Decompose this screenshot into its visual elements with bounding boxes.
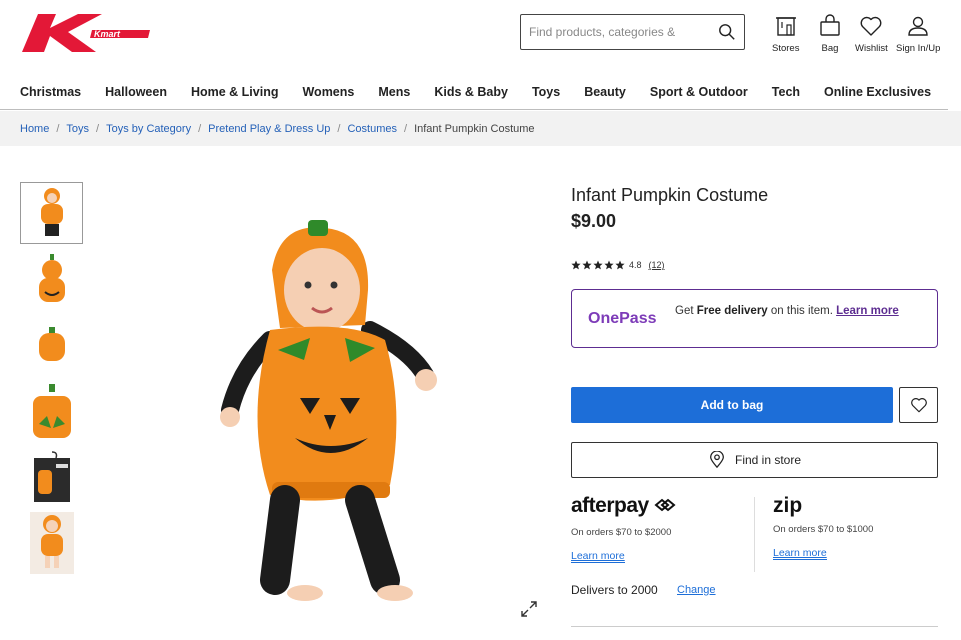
onepass-text-pre: Get xyxy=(675,305,697,317)
breadcrumb-home[interactable]: Home xyxy=(20,123,49,135)
onepass-learn-more[interactable]: Learn more xyxy=(836,305,899,317)
sign-in-link[interactable]: Sign In/Up xyxy=(896,14,940,54)
bag-icon xyxy=(820,14,840,36)
logo-text: Kmart xyxy=(94,29,121,39)
product-main-image[interactable] xyxy=(200,210,480,610)
zip-logo: zip xyxy=(773,494,803,517)
breadcrumb-separator: / xyxy=(198,122,202,135)
heart-icon xyxy=(910,398,927,413)
stores-link[interactable]: Stores xyxy=(772,14,799,54)
store-icon xyxy=(775,17,796,36)
breadcrumb-current: Infant Pumpkin Costume xyxy=(414,122,535,135)
breadcrumb-separator: / xyxy=(404,122,408,135)
breadcrumb-pretend-play[interactable]: Pretend Play & Dress Up xyxy=(208,123,330,135)
thumbnail-2[interactable] xyxy=(20,248,83,310)
reviews-link[interactable]: (12) xyxy=(649,260,665,270)
add-to-bag-button[interactable]: Add to bag xyxy=(571,387,893,423)
zip-range: On orders $70 to $1000 xyxy=(773,524,874,535)
thumbnail-1[interactable] xyxy=(20,182,83,244)
nav-sport-outdoor[interactable]: Sport & Outdoor xyxy=(650,76,748,109)
search-icon[interactable] xyxy=(718,23,736,41)
breadcrumb-costumes[interactable]: Costumes xyxy=(347,123,397,135)
nav-toys[interactable]: Toys xyxy=(532,76,560,109)
onepass-text-post: on this item. xyxy=(767,305,837,317)
afterpay-range: On orders $70 to $2000 xyxy=(571,527,672,538)
product-title: Infant Pumpkin Costume xyxy=(571,185,769,205)
nav-halloween[interactable]: Halloween xyxy=(105,76,167,109)
payments-divider xyxy=(754,497,755,572)
nav-tech[interactable]: Tech xyxy=(772,76,800,109)
afterpay-logo: afterpay xyxy=(571,494,676,518)
nav-online-exclusives[interactable]: Online Exclusives xyxy=(824,76,931,109)
nav-beauty[interactable]: Beauty xyxy=(584,76,626,109)
thumbnail-5[interactable] xyxy=(20,446,83,508)
afterpay-logo-text: afterpay xyxy=(571,494,649,517)
afterpay-section: afterpay On orders $70 to $2000 Learn mo… xyxy=(571,494,676,564)
nav-mens[interactable]: Mens xyxy=(378,76,410,109)
star-icon xyxy=(593,260,603,270)
section-divider xyxy=(571,626,938,627)
star-rating xyxy=(571,260,626,270)
breadcrumb-toys[interactable]: Toys xyxy=(66,123,89,135)
add-to-wishlist-button[interactable] xyxy=(899,387,938,423)
zip-learn-more[interactable]: Learn more xyxy=(773,547,827,560)
change-location-link[interactable]: Change xyxy=(677,584,716,596)
search-box[interactable] xyxy=(520,14,745,50)
breadcrumb-separator: / xyxy=(337,122,341,135)
thumbnail-4[interactable] xyxy=(20,380,83,442)
breadcrumb-separator: / xyxy=(96,122,100,135)
bag-link[interactable]: Bag xyxy=(818,14,842,54)
search-input[interactable] xyxy=(529,25,709,39)
heart-icon xyxy=(860,16,882,36)
user-icon xyxy=(908,16,928,36)
site-header: Kmart Stores Bag Wishlist xyxy=(0,0,961,70)
find-in-store-label: Find in store xyxy=(734,453,802,467)
sign-in-label: Sign In/Up xyxy=(896,43,941,54)
thumbnail-list xyxy=(20,182,83,578)
stores-label: Stores xyxy=(772,43,800,54)
nav-home-living[interactable]: Home & Living xyxy=(191,76,279,109)
location-pin-icon xyxy=(710,451,724,469)
expand-icon[interactable] xyxy=(520,600,538,618)
star-icon xyxy=(604,260,614,270)
breadcrumb: Home / Toys / Toys by Category / Pretend… xyxy=(0,111,961,146)
thumbnail-6[interactable] xyxy=(20,512,83,574)
product-price: $9.00 xyxy=(571,211,617,231)
afterpay-arrows-icon xyxy=(654,498,676,512)
bag-label: Bag xyxy=(821,43,839,54)
category-nav: Christmas Halloween Home & Living Womens… xyxy=(0,76,948,110)
zip-section: zip On orders $70 to $1000 Learn more xyxy=(773,494,873,561)
wishlist-link[interactable]: Wishlist xyxy=(855,14,888,54)
nav-womens[interactable]: Womens xyxy=(302,76,354,109)
onepass-text: Get Free delivery on this item. Learn mo… xyxy=(675,304,925,318)
wishlist-label: Wishlist xyxy=(855,43,888,54)
nav-kids-baby[interactable]: Kids & Baby xyxy=(434,76,508,109)
nav-christmas[interactable]: Christmas xyxy=(20,76,81,109)
breadcrumb-separator: / xyxy=(56,122,60,135)
rating-value: 4.8 xyxy=(629,260,642,270)
onepass-banner: OnePass Get Free delivery on this item. … xyxy=(571,289,938,348)
star-icon xyxy=(571,260,581,270)
kmart-logo[interactable]: Kmart xyxy=(22,12,150,54)
afterpay-learn-more[interactable]: Learn more xyxy=(571,550,625,563)
onepass-free-delivery: Free delivery xyxy=(696,305,768,317)
find-in-store-button[interactable]: Find in store xyxy=(571,442,938,478)
onepass-logo: OnePass xyxy=(588,310,657,327)
star-icon xyxy=(615,260,625,270)
delivery-location: Delivers to 2000 xyxy=(571,583,658,597)
breadcrumb-toys-by-category[interactable]: Toys by Category xyxy=(106,123,191,135)
star-icon xyxy=(582,260,592,270)
thumbnail-3[interactable] xyxy=(20,314,83,376)
product-rating: 4.8 (12) xyxy=(571,260,665,270)
